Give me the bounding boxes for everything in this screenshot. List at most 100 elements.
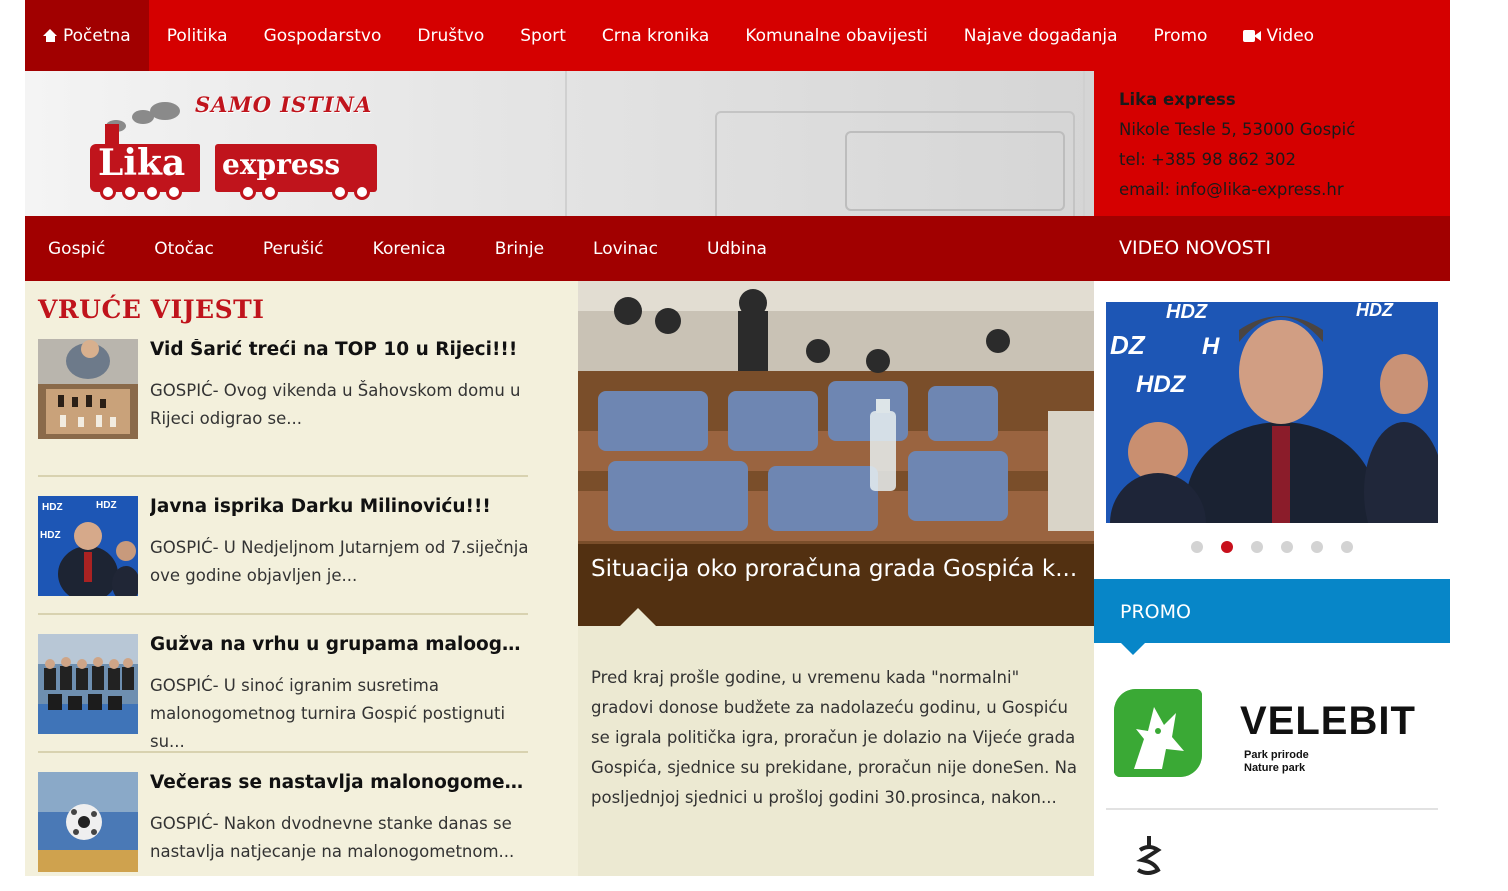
nav-item-komunalne-obavijesti[interactable]: Komunalne obavijesti: [727, 0, 945, 71]
region-item-udbina[interactable]: Udbina: [684, 239, 789, 259]
region-item-otocac[interactable]: Otočac: [131, 239, 236, 259]
logo-wheel: [166, 184, 182, 200]
news-thumbnail-press[interactable]: HDZ HDZ HDZ: [38, 496, 138, 596]
nav-item-drustvo[interactable]: Društvo: [399, 0, 502, 71]
list-item: Gužva na vrhu u grupama maloogome... GOS…: [38, 615, 530, 753]
contact-address: Nikole Tesle 5, 53000 Gospić: [1119, 120, 1356, 139]
news-headline[interactable]: Javna isprika Darku Milinoviću!!!: [150, 496, 530, 517]
keyboard-decoration: [845, 131, 1065, 211]
featured-body: Pred kraj prošle godine, u vremenu kada …: [591, 668, 1078, 807]
nav-item-label: Politika: [166, 25, 228, 46]
video-camera-icon: [1243, 29, 1262, 42]
logo-wheel: [332, 184, 348, 200]
promo-brand: VELEBIT: [1240, 699, 1416, 743]
promo-divider: [1106, 808, 1438, 810]
nav-item-label: Video: [1266, 25, 1315, 46]
slider-dot-active[interactable]: [1221, 541, 1233, 553]
header-banner: SAMO ISTINA Lika express: [25, 71, 1094, 216]
region-navigation: Gospić Otočac Perušić Korenica Brinje Lo…: [25, 216, 1094, 281]
logo-wheel: [144, 184, 160, 200]
hot-news-title: VRUĆE VIJESTI: [38, 295, 265, 324]
nav-item-politika[interactable]: Politika: [149, 0, 246, 71]
region-item-perusic[interactable]: Perušić: [240, 239, 346, 259]
list-item: Vid Šarić treći na TOP 10 u Rijeci!!! GO…: [38, 339, 528, 477]
logo-wheel: [262, 184, 278, 200]
nav-item-label: Gospodarstvo: [263, 25, 382, 46]
svg-text:HDZ: HDZ: [42, 502, 63, 513]
svg-text:HDZ: HDZ: [1356, 302, 1394, 320]
video-slide[interactable]: HDZ DZ HDZ HDZ H: [1106, 302, 1438, 523]
slider-dot[interactable]: [1311, 541, 1323, 553]
home-icon: [43, 29, 58, 42]
contact-email[interactable]: email: info@lika-express.hr: [1119, 175, 1450, 205]
region-item-lovinac[interactable]: Lovinac: [570, 239, 680, 259]
promo-subtitle-hr: Park prirode: [1244, 749, 1309, 761]
logo-wheel: [240, 184, 256, 200]
nav-item-label: Sport: [520, 25, 566, 46]
wolf-icon: [1114, 689, 1202, 777]
nav-item-label: Crna kronika: [601, 25, 710, 46]
news-excerpt: GOSPIĆ- U sinoć igranim susretima malono…: [150, 676, 506, 751]
svg-text:H: H: [1202, 333, 1220, 360]
velebit-promo-banner[interactable]: VELEBIT Park prirode Nature park: [1114, 689, 1434, 779]
contact-name: Lika express: [1119, 90, 1236, 109]
nav-item-label: Najave događanja: [963, 25, 1118, 46]
promo-subtitle-en: Nature park: [1244, 762, 1306, 774]
contact-phone[interactable]: tel: +385 98 862 302: [1119, 145, 1450, 175]
list-item: Večeras se nastavlja malonogometni t... …: [38, 753, 530, 891]
news-headline[interactable]: Gužva na vrhu u grupama maloogome...: [150, 634, 530, 655]
svg-text:HDZ: HDZ: [1136, 371, 1187, 398]
news-excerpt: GOSPIĆ- U Nedjeljnom Jutarnjem od 7.sije…: [150, 538, 529, 585]
svg-text:HDZ: HDZ: [96, 500, 117, 511]
nav-item-video[interactable]: Video: [1225, 0, 1332, 71]
logo-word-express: express: [222, 148, 341, 181]
svg-text:HDZ: HDZ: [40, 530, 61, 541]
slider-dot[interactable]: [1191, 541, 1203, 553]
slider-dots: [1191, 541, 1371, 553]
nav-item-label: Početna: [63, 25, 131, 46]
promo-heading: PROMO: [1094, 579, 1450, 655]
nav-item-label: Društvo: [417, 25, 485, 46]
svg-text:HDZ: HDZ: [1166, 302, 1208, 323]
nav-item-promo[interactable]: Promo: [1136, 0, 1226, 71]
news-thumbnail-chess[interactable]: [38, 339, 138, 439]
contact-box: Lika express Nikole Tesle 5, 53000 Gospi…: [1094, 71, 1450, 216]
logo-wheel: [100, 184, 116, 200]
nav-item-sport[interactable]: Sport: [502, 0, 584, 71]
news-excerpt: GOSPIĆ- Nakon dvodnevne stanke danas se …: [150, 814, 515, 861]
logo-wheel: [354, 184, 370, 200]
region-item-gospic[interactable]: Gospić: [25, 239, 127, 259]
slider-dot[interactable]: [1341, 541, 1353, 553]
nav-item-label: Promo: [1153, 25, 1208, 46]
nav-item-crna-kronika[interactable]: Crna kronika: [584, 0, 727, 71]
svg-text:DZ: DZ: [1110, 330, 1146, 360]
featured-article: Situacija oko proračuna grada Gospića k.…: [578, 281, 1094, 876]
list-item: HDZ HDZ HDZ Javna isprika Darku Milinoviću…: [38, 477, 528, 615]
second-promo-logo[interactable]: [1134, 836, 1164, 876]
news-headline[interactable]: Vid Šarić treći na TOP 10 u Rijeci!!!: [150, 339, 530, 360]
site-logo[interactable]: SAMO ISTINA Lika express: [80, 86, 385, 206]
region-item-brinje[interactable]: Brinje: [472, 239, 566, 259]
logo-wheel: [122, 184, 138, 200]
promo-subtitle: Park prirode Nature park: [1244, 749, 1309, 775]
logo-tagline: SAMO ISTINA: [195, 92, 373, 117]
news-excerpt: GOSPIĆ- Ovog vikenda u Šahovskom domu u …: [150, 381, 521, 428]
news-headline[interactable]: Večeras se nastavlja malonogometni t...: [150, 772, 530, 793]
news-thumbnail-ball[interactable]: [38, 772, 138, 872]
nav-item-label: Komunalne obavijesti: [745, 25, 928, 46]
top-navigation: Početna Politika Gospodarstvo Društvo Sp…: [25, 0, 1450, 71]
smoke-cloud: [150, 102, 180, 120]
news-thumbnail-team[interactable]: [38, 634, 138, 734]
caption-notch: [620, 608, 656, 626]
video-news-heading: VIDEO NOVOSTI: [1094, 216, 1450, 293]
logo-word-lika: Lika: [98, 142, 186, 184]
region-item-korenica[interactable]: Korenica: [350, 239, 468, 259]
nav-item-gospodarstvo[interactable]: Gospodarstvo: [246, 0, 400, 71]
right-sidebar: HDZ DZ HDZ HDZ H PROMO VELEBIT Park prir…: [1094, 281, 1450, 876]
hot-news-section: VRUĆE VIJESTI Vid Šarić treći na TOP 10 …: [25, 281, 578, 876]
slider-dot[interactable]: [1281, 541, 1293, 553]
page: Početna Politika Gospodarstvo Društvo Sp…: [25, 0, 1450, 876]
nav-item-najave-dogadanja[interactable]: Najave događanja: [946, 0, 1136, 71]
nav-item-pocetna[interactable]: Početna: [25, 0, 149, 71]
slider-dot[interactable]: [1251, 541, 1263, 553]
